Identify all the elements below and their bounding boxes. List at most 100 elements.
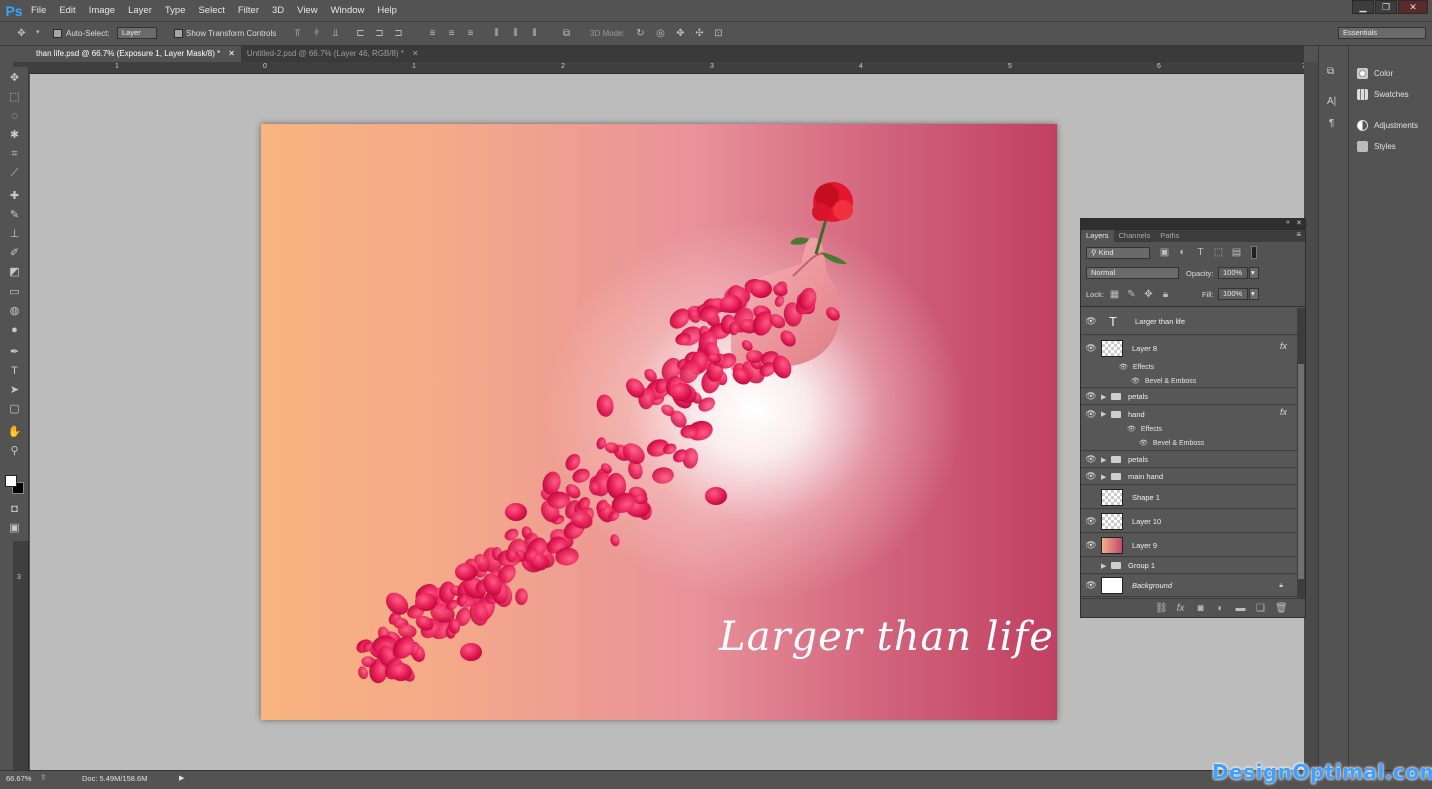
new-adjustment-icon[interactable]: ◐ [1215, 603, 1226, 614]
align-top-icon[interactable]: ⫪ [292, 28, 303, 39]
visibility-eye-icon[interactable]: 👁︎ [1081, 409, 1101, 420]
effects-row[interactable]: 👁︎ Effects [1081, 422, 1297, 436]
layer-row-layer-10[interactable]: 👁︎ Layer 10 [1081, 510, 1297, 533]
layer-row-petals[interactable]: 👁︎ ▶ petals [1081, 389, 1297, 405]
horizontal-ruler[interactable]: 1 0 1 2 3 4 5 6 7 [30, 62, 1306, 74]
align-vcenter-icon[interactable]: ⫩ [311, 28, 322, 39]
layers-scrollbar[interactable] [1297, 308, 1305, 598]
character-panel-icon[interactable]: A| [1327, 96, 1341, 110]
menu-edit[interactable]: Edit [53, 0, 82, 21]
workspace-dropdown[interactable]: Essentials [1338, 27, 1426, 39]
color-panel-button[interactable]: Color [1357, 68, 1393, 79]
layer-row-layer-9[interactable]: 👁︎ Layer 9 [1081, 534, 1297, 557]
visibility-eye-icon[interactable]: · [1081, 492, 1101, 502]
menu-view[interactable]: View [291, 0, 324, 21]
layer-row-shape-1[interactable]: · Shape 1 [1081, 486, 1297, 509]
path-select-tool-icon[interactable]: ➤ [6, 382, 23, 398]
lock-transparent-icon[interactable]: ▦ [1109, 289, 1120, 300]
zoom-level[interactable]: 66.67% [6, 774, 31, 783]
expand-arrow-icon[interactable]: ▶ [1101, 562, 1111, 570]
add-style-icon[interactable]: fx [1175, 603, 1186, 614]
auto-select-dropdown[interactable]: Layer [117, 27, 157, 39]
type-tool-icon[interactable]: T [6, 363, 23, 379]
effect-eye-icon[interactable]: 👁︎ [1131, 377, 1140, 385]
document-canvas[interactable]: Larger than life [261, 124, 1057, 720]
menu-filter[interactable]: Filter [232, 0, 266, 21]
close-icon[interactable]: ✕ [412, 46, 419, 62]
close-window-button[interactable]: ✕ [1398, 0, 1428, 14]
styles-panel-button[interactable]: Styles [1357, 141, 1396, 152]
expand-arrow-icon[interactable]: ▶ [1101, 473, 1111, 481]
menu-layer[interactable]: Layer [122, 0, 159, 21]
blend-mode-dropdown[interactable]: Normal [1086, 267, 1179, 279]
menu-help[interactable]: Help [371, 0, 404, 21]
layer-row-main-hand[interactable]: 👁︎ ▶ main hand [1081, 469, 1297, 485]
move-tool-icon[interactable]: ✥ [6, 70, 23, 86]
bevel-emboss-row[interactable]: 👁︎ Bevel & Emboss [1081, 436, 1297, 450]
3d-roll-icon[interactable]: ◎ [655, 28, 666, 39]
visibility-eye-icon[interactable]: · [1081, 561, 1101, 571]
collapse-icon[interactable]: « [1286, 219, 1290, 226]
marquee-tool-icon[interactable]: ⬚ [6, 89, 23, 105]
new-layer-icon[interactable]: ❏ [1255, 603, 1266, 614]
menu-type[interactable]: Type [159, 0, 193, 21]
visibility-eye-icon[interactable]: 👁︎ [1081, 580, 1101, 591]
align-right-icon[interactable]: ⊐ [393, 28, 404, 39]
eraser-tool-icon[interactable]: ◩ [6, 264, 23, 280]
adjustments-panel-button[interactable]: Adjustments [1357, 120, 1418, 131]
distribute-right-icon[interactable]: ⦀ [529, 28, 540, 39]
layers-panel-titlebar[interactable]: « ✕ [1081, 219, 1305, 230]
shape-tool-icon[interactable]: ▢ [6, 401, 23, 417]
blur-tool-icon[interactable]: ◍ [6, 303, 23, 319]
close-icon[interactable]: ✕ [1296, 219, 1302, 227]
transform-controls-checkbox[interactable] [174, 29, 183, 38]
align-hcenter-icon[interactable]: ⊐ [374, 28, 385, 39]
auto-select-checkbox[interactable] [53, 29, 62, 38]
effects-row[interactable]: 👁︎ Effects [1081, 360, 1297, 374]
minimize-button[interactable]: ▁ [1352, 0, 1374, 14]
lock-image-icon[interactable]: ✎ [1126, 289, 1137, 300]
swatches-panel-button[interactable]: Swatches [1357, 89, 1409, 100]
visibility-eye-icon[interactable]: 👁︎ [1081, 471, 1101, 482]
filter-toggle[interactable] [1251, 246, 1257, 259]
visibility-eye-icon[interactable]: 👁︎ [1081, 516, 1101, 527]
eyedropper-tool-icon[interactable]: ⟋ [6, 165, 23, 181]
clone-stamp-tool-icon[interactable]: ⊥ [6, 226, 23, 242]
menu-window[interactable]: Window [325, 0, 372, 21]
lasso-tool-icon[interactable]: ◌ [6, 108, 23, 124]
layer-row-petals-2[interactable]: 👁︎ ▶ petals [1081, 452, 1297, 468]
panel-menu-icon[interactable]: ≡ [1296, 230, 1305, 242]
tab-channels[interactable]: Channels [1114, 230, 1156, 242]
zoom-tool-icon[interactable]: ⚲ [6, 443, 23, 459]
dodge-tool-icon[interactable]: ● [6, 322, 23, 338]
3d-pan-icon[interactable]: ✥ [675, 28, 686, 39]
history-brush-tool-icon[interactable]: ✐ [6, 245, 23, 261]
3d-scale-icon[interactable]: ⊡ [713, 28, 724, 39]
layer-row-layer-8[interactable]: 👁︎ Layer 8 fx 👁︎ Effects 👁︎ Bevel & Emboss [1081, 336, 1297, 388]
tab-paths[interactable]: Paths [1155, 230, 1184, 242]
close-icon[interactable]: ✕ [228, 46, 235, 62]
move-tool-preset-icon[interactable]: ✥ [16, 28, 27, 39]
layer-row-group-1[interactable]: · ▶ Group 1 [1081, 558, 1297, 574]
fx-badge[interactable]: fx [1280, 341, 1287, 351]
distribute-bottom-icon[interactable]: ≡ [465, 28, 476, 39]
restore-button[interactable]: ❐ [1375, 0, 1397, 14]
link-layers-icon[interactable]: ⛓ [1155, 603, 1168, 614]
distribute-hcenter-icon[interactable]: ⦀ [510, 28, 521, 39]
align-left-icon[interactable]: ⊏ [355, 28, 366, 39]
expand-arrow-icon[interactable]: ▶ [1101, 456, 1111, 464]
bevel-emboss-row[interactable]: 👁︎ Bevel & Emboss [1081, 374, 1297, 388]
filter-pixel-icon[interactable]: ▣ [1159, 247, 1170, 258]
3d-rotate-icon[interactable]: ↻ [635, 28, 646, 39]
status-menu-arrow-icon[interactable]: ▶ [179, 774, 184, 782]
layer-row-hand[interactable]: 👁︎ ▶ hand fx 👁︎ Effects 👁︎ Bevel & Emboss [1081, 406, 1297, 451]
opacity-input[interactable]: 100% [1218, 267, 1248, 279]
layer-row-background[interactable]: 👁︎ Background 🔒︎ [1081, 575, 1297, 597]
fill-input[interactable]: 100% [1218, 288, 1248, 300]
distribute-top-icon[interactable]: ≡ [427, 28, 438, 39]
history-panel-icon[interactable]: ⧉ [1327, 66, 1341, 80]
menu-select[interactable]: Select [192, 0, 231, 21]
menu-image[interactable]: Image [83, 0, 122, 21]
lock-all-icon[interactable]: 🔒︎ [1160, 289, 1171, 300]
layer-filter-dropdown[interactable]: ⚲ Kind [1086, 247, 1150, 259]
